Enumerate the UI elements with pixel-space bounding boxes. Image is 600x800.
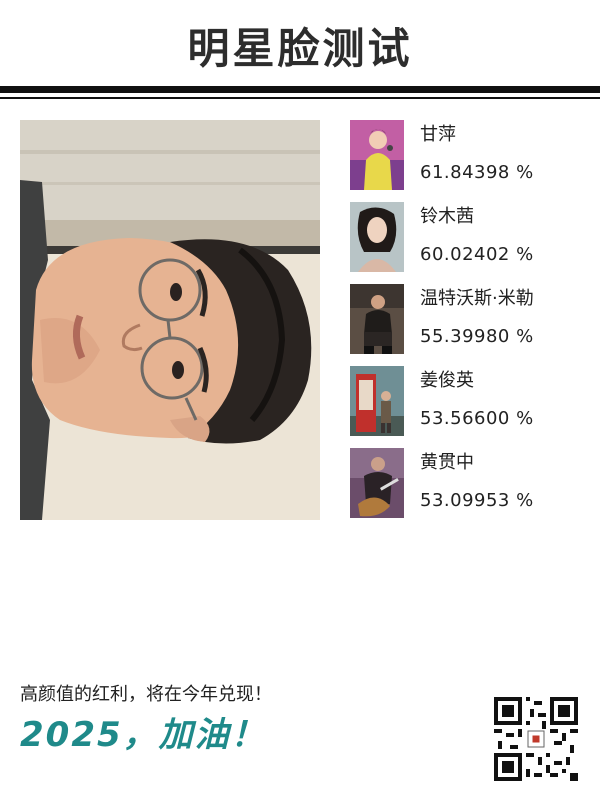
list-item: 甘萍 61.84398 %: [350, 120, 590, 192]
footer-tagline: 高颜值的红利，将在今年兑现！: [20, 684, 272, 705]
phone-booth-thumbnail: [350, 366, 404, 436]
similarity-score: 61.84398 %: [420, 162, 534, 183]
qr-code-icon[interactable]: [494, 697, 578, 781]
page-title: 明星脸测试: [187, 23, 413, 73]
similarity-score: 60.02402 %: [420, 244, 534, 265]
page-header: 明星脸测试: [0, 0, 600, 86]
similarity-score: 53.09953 %: [420, 490, 534, 511]
list-item: 铃木茜 60.02402 %: [350, 202, 590, 274]
similarity-score: 53.56600 %: [420, 408, 534, 429]
user-face-photo: [20, 120, 320, 520]
celebrity-name: 黄贯中: [420, 452, 474, 473]
celebrity-name: 铃木茜: [420, 206, 474, 227]
footer-slogan: 2025，加油！: [20, 715, 267, 755]
list-item: 温特沃斯·米勒 55.39980 %: [350, 284, 590, 356]
header-divider-thick: [0, 86, 600, 93]
celebrity-name: 温特沃斯·米勒: [420, 288, 534, 309]
guitarist-thumbnail: [350, 448, 404, 518]
singer-thumbnail: [350, 120, 404, 190]
list-item: 姜俊英 53.56600 %: [350, 366, 590, 438]
portrait-thumbnail: [350, 202, 404, 272]
similarity-score: 55.39980 %: [420, 326, 534, 347]
celebrity-name: 甘萍: [420, 124, 456, 145]
celebrity-name: 姜俊英: [420, 370, 474, 391]
seated-man-thumbnail: [350, 284, 404, 354]
user-photo-image: [20, 120, 320, 520]
header-divider-thin: [0, 97, 600, 99]
list-item: 黄贯中 53.09953 %: [350, 448, 590, 520]
